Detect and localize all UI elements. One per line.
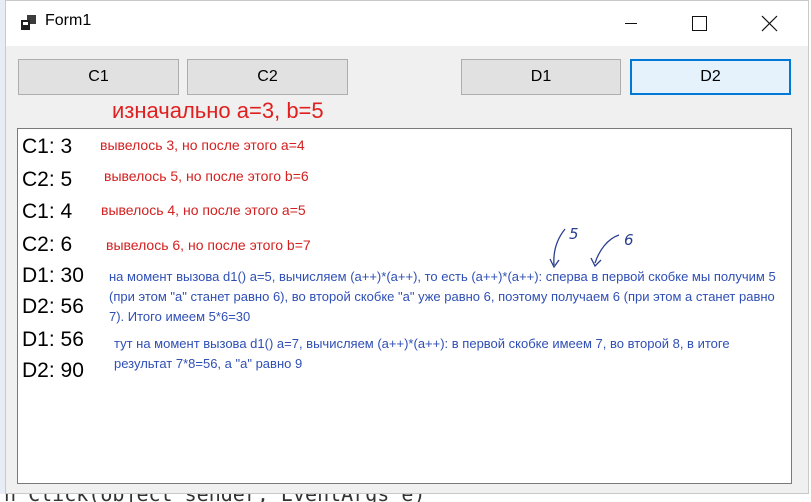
output-line: C1: 4 (22, 200, 73, 223)
annotation-c1-second: вывелось 4, но после этого a=5 (101, 202, 306, 218)
annotation-c2-second: вывелось 6, но после этого b=7 (106, 237, 311, 253)
output-line: D1: 30 (22, 264, 84, 287)
minimize-icon[interactable] (608, 1, 654, 46)
d1-button[interactable]: D1 (461, 59, 621, 95)
background-code-strip: n_Click(object sender, EventArgs e) (0, 494, 811, 502)
c2-button[interactable]: C2 (187, 59, 348, 95)
background-code-text: n_Click(object sender, EventArgs e) (4, 494, 425, 502)
annotation-c2-first: вывелось 5, но после этого b=6 (104, 168, 309, 184)
output-textbox[interactable]: C1: 3 C2: 5 C1: 4 C2: 6 D1: 30 D2: 56 D1… (17, 128, 792, 484)
handwritten-arrows: 5 6 (549, 225, 634, 269)
maximize-icon[interactable] (676, 1, 722, 46)
annotation-d1-first: на момент вызова d1() a=5, вычисляем (a+… (109, 269, 776, 324)
close-icon[interactable] (746, 1, 792, 46)
output-line: C2: 5 (22, 168, 73, 191)
form-icon (21, 15, 36, 30)
form-window: Form1 C1 C2 D1 D2 изначально a=3, b=5 C1… (5, 0, 809, 494)
d2-button[interactable]: D2 (630, 59, 791, 95)
annotation-c1-first: вывелось 3, но после этого a=4 (100, 137, 305, 153)
output-line: D2: 90 (22, 359, 84, 382)
annotation-d1-second: тут на момент вызова d1() a=7, вычисляем… (114, 336, 730, 371)
initial-values-note: изначально a=3, b=5 (112, 98, 324, 123)
output-line: C1: 3 (22, 135, 73, 158)
window-title: Form1 (45, 12, 92, 29)
output-line: D1: 56 (22, 328, 84, 351)
handwritten-label-6: 6 (624, 231, 634, 249)
output-line: C2: 6 (22, 233, 73, 256)
c1-button[interactable]: C1 (18, 59, 179, 95)
title-bar[interactable]: Form1 (6, 1, 808, 46)
handwritten-label-5: 5 (569, 225, 579, 243)
output-line: D2: 56 (22, 295, 84, 318)
